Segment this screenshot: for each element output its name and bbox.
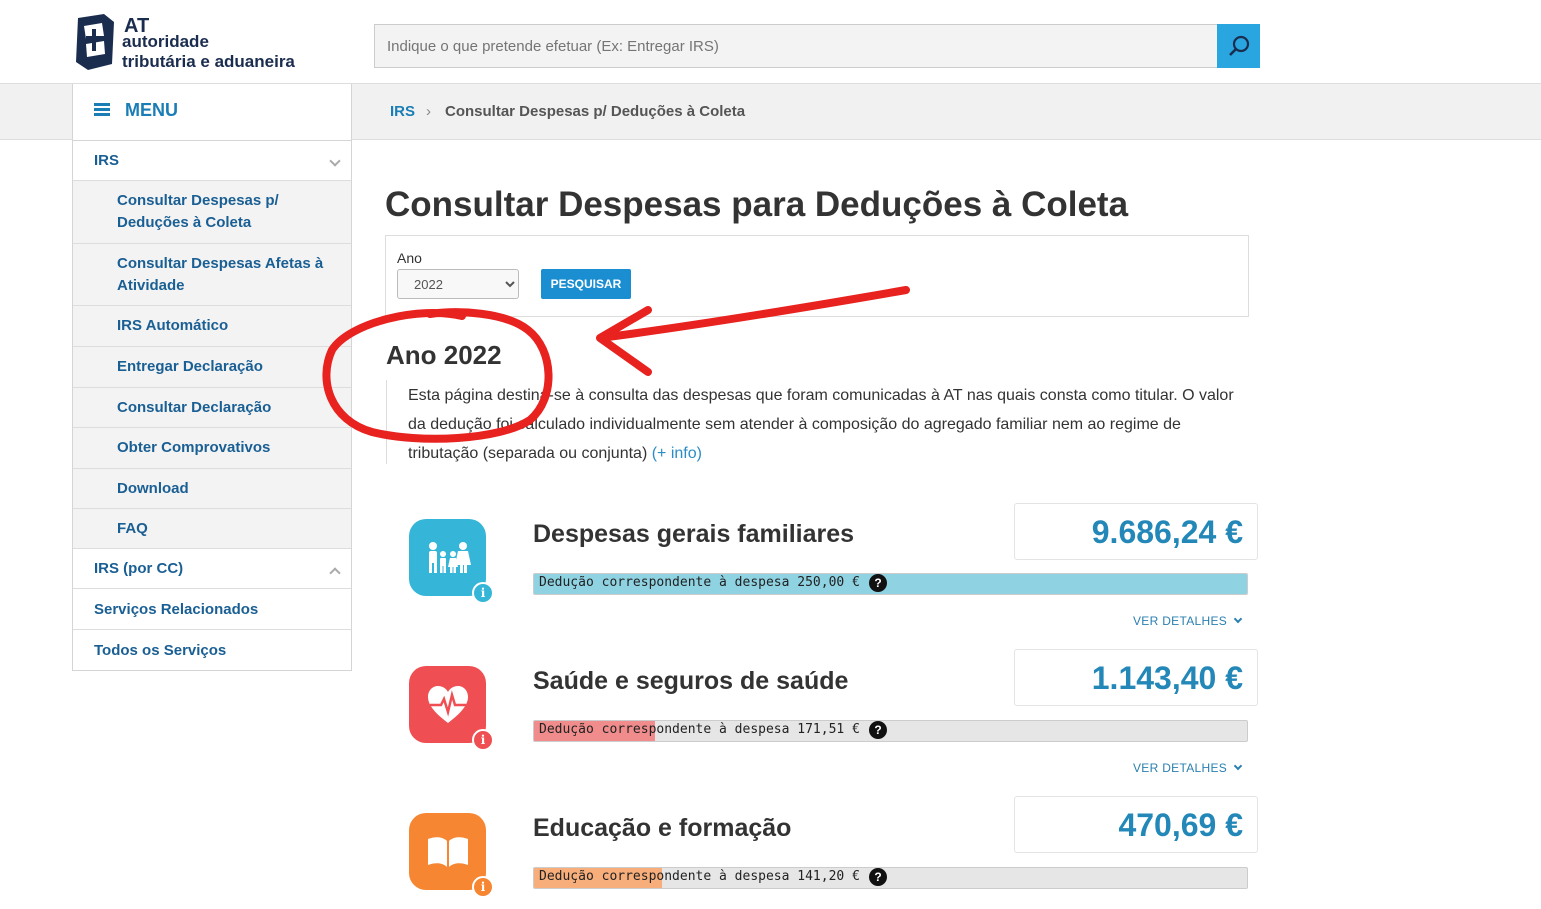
expense-title: Educação e formação (533, 814, 792, 842)
year-label: Ano (397, 250, 422, 266)
sidebar-section-label: Todos os Serviços (94, 641, 227, 659)
sidebar-section-label: IRS (por CC) (94, 560, 184, 577)
deduction-bar: Dedução correspondente à despesa 141,20 … (533, 867, 1248, 889)
sidebar-item-consultar-declaracao[interactable]: Consultar Declaração (73, 388, 351, 428)
expense-title: Despesas gerais familiares (533, 520, 855, 548)
logo-line-1: autoridade (122, 32, 209, 51)
year-select[interactable]: 2022 (397, 269, 519, 299)
expense-amount: 1.143,40 € (1014, 649, 1258, 706)
sidebar-item-irs-automatico[interactable]: IRS Automático (73, 306, 351, 347)
help-icon[interactable]: ? (869, 868, 887, 886)
sidebar-item-label: Entregar Declaração (117, 358, 263, 375)
sidebar-section-irs[interactable]: IRS (73, 141, 351, 181)
deduction-label: Dedução correspondente à despesa 250,00 … (539, 575, 860, 590)
sidebar-item-label: Obter Comprovativos (117, 439, 271, 456)
sidebar-section-todos-servicos[interactable]: Todos os Serviços (73, 630, 351, 670)
chevron-up-icon[interactable] (329, 567, 341, 579)
chevron-down-icon[interactable] (329, 155, 341, 167)
sidebar-item-label: Download (117, 479, 189, 497)
sidebar-section-irs-por-cc[interactable]: IRS (por CC) (73, 549, 351, 589)
sidebar-item-label: Consultar Declaração (117, 398, 272, 416)
description-text: Esta página destina-se à consulta das de… (408, 387, 1234, 462)
sidebar-item-entregar-declaracao[interactable]: Entregar Declaração (73, 347, 351, 388)
breadcrumb-irs-link[interactable]: IRS (390, 103, 415, 120)
sidebar-item-label: Consultar Despesas p/ Deduções à Coleta (117, 192, 279, 231)
info-icon[interactable]: i (472, 582, 494, 604)
hamburger-icon[interactable] (94, 103, 110, 117)
year-heading: Ano 2022 (386, 340, 502, 370)
more-info-link[interactable]: (+ info) (652, 445, 702, 462)
sidebar-section-label: IRS (94, 152, 120, 169)
sidebar-item-label: FAQ (117, 519, 148, 537)
ver-detalhes-link[interactable]: VER DETALHES (1133, 614, 1243, 628)
sidebar-section-servicos-relacionados[interactable]: Serviços Relacionados (73, 589, 351, 630)
expense-amount: 9.686,24 € (1014, 503, 1258, 560)
chevron-down-icon (1233, 614, 1243, 624)
sidebar-item-obter-comprovativos[interactable]: Obter Comprovativos (73, 428, 351, 469)
deduction-bar: Dedução correspondente à despesa 171,51 … (533, 720, 1248, 742)
family-figures-icon (428, 541, 471, 573)
page-description: Esta página destina-se à consulta das de… (408, 381, 1238, 468)
deduction-label: Dedução correspondente à despesa 141,20 … (539, 869, 860, 884)
sidebar-item-label: IRS Automático (117, 317, 229, 334)
pesquisar-button[interactable]: PESQUISAR (541, 269, 631, 299)
menu-label[interactable]: MENU (125, 100, 178, 121)
sidebar-item-label: Consultar Despesas Afetas à Atividade (117, 254, 324, 294)
open-book-icon (427, 836, 468, 867)
search-input[interactable] (374, 24, 1218, 68)
search-icon (1228, 35, 1249, 56)
sidebar-item-despesas-atividade[interactable]: Consultar Despesas Afetas à Atividade (73, 244, 351, 306)
chevron-down-icon (1233, 761, 1243, 771)
ver-detalhes-label: VER DETALHES (1133, 614, 1228, 628)
logo-line-2: tributária e aduaneira (122, 52, 295, 71)
page-title: Consultar Despesas para Deduções à Colet… (385, 185, 1129, 224)
ver-detalhes-label: VER DETALHES (1133, 761, 1228, 775)
breadcrumb-separator: › (426, 103, 431, 120)
heartbeat-icon (427, 685, 468, 723)
sidebar-item-download[interactable]: Download (73, 469, 351, 509)
sidebar-item-faq[interactable]: FAQ (73, 509, 351, 549)
sidebar-section-label: Serviços Relacionados (94, 600, 259, 618)
info-icon[interactable]: i (472, 876, 494, 898)
help-icon[interactable]: ? (869, 574, 887, 592)
expense-amount: 470,69 € (1014, 796, 1258, 853)
description-rule (386, 380, 387, 464)
breadcrumb-current: Consultar Despesas p/ Deduções à Coleta (445, 103, 746, 120)
menu-toggle[interactable] (72, 84, 352, 141)
search-button[interactable] (1217, 24, 1260, 68)
deduction-bar: Dedução correspondente à despesa 250,00 … (533, 573, 1248, 595)
ver-detalhes-link[interactable]: VER DETALHES (1133, 761, 1243, 775)
help-icon[interactable]: ? (869, 721, 887, 739)
at-logo-icon[interactable] (74, 12, 118, 72)
info-icon[interactable]: i (472, 729, 494, 751)
expense-title: Saúde e seguros de saúde (533, 667, 849, 695)
sidebar-item-consultar-despesas[interactable]: Consultar Despesas p/ Deduções à Coleta (73, 181, 351, 244)
deduction-label: Dedução correspondente à despesa 171,51 … (539, 722, 860, 737)
